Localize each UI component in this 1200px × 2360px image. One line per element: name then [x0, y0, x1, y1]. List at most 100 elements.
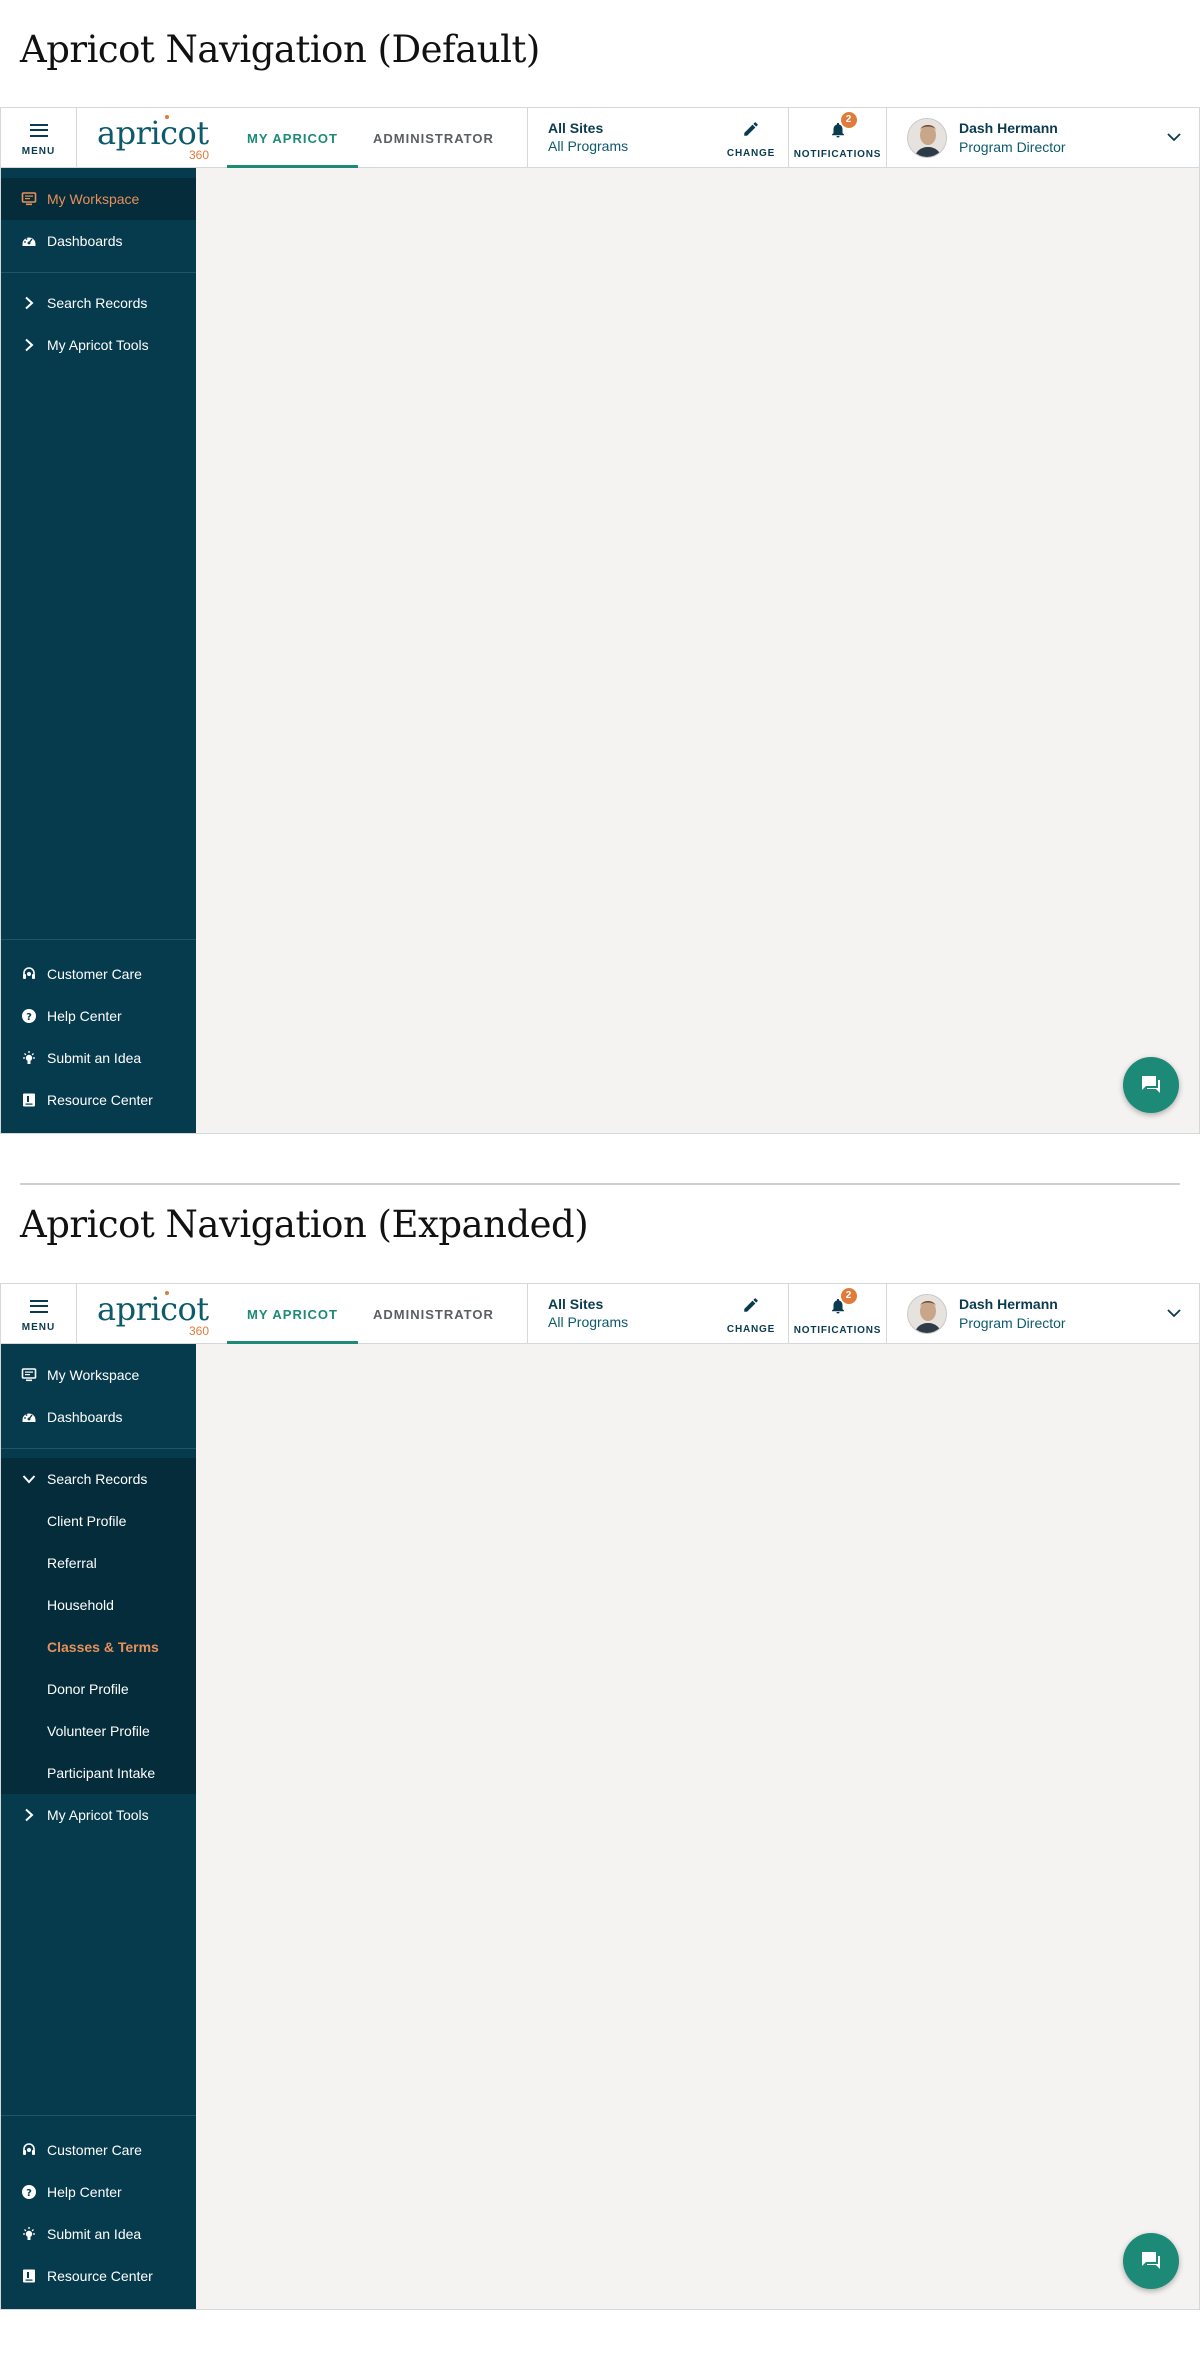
sidebar-item-label: Customer Care — [47, 2142, 142, 2158]
tab-my-apricot[interactable]: MY APRICOT — [227, 108, 358, 168]
notification-badge: 2 — [840, 1288, 857, 1304]
sidebar-item-dashboards[interactable]: Dashboards — [1, 220, 196, 262]
sidebar: My Workspace Dashboards Search Records M… — [1, 168, 196, 1133]
programs-label: All Programs — [548, 1314, 629, 1330]
sidebar-item-label: My Workspace — [47, 1367, 140, 1383]
sidebar-subitem-household[interactable]: Household — [1, 1584, 196, 1626]
sidebar-item-label: My Workspace — [47, 191, 140, 207]
user-menu[interactable]: Dash Hermann Program Director — [887, 108, 1199, 168]
logo-word: apricot — [97, 114, 209, 152]
sidebar-item-submit-idea[interactable]: Submit an Idea — [1, 2213, 196, 2255]
notifications-button[interactable]: 2 NOTIFICATIONS — [789, 1284, 887, 1344]
svg-text:?: ? — [26, 2188, 32, 2199]
sidebar-item-help-center[interactable]: ? Help Center — [1, 2171, 196, 2213]
tab-administrator[interactable]: ADMINISTRATOR — [353, 1284, 514, 1344]
lightbulb-icon — [21, 2226, 37, 2242]
sidebar-item-label: Dashboards — [47, 233, 123, 249]
sidebar-item-my-workspace[interactable]: My Workspace — [1, 178, 196, 220]
sidebar-subitem-donor-profile[interactable]: Donor Profile — [1, 1668, 196, 1710]
sidebar-divider — [1, 2115, 196, 2116]
tab-administrator[interactable]: ADMINISTRATOR — [353, 108, 514, 168]
section-divider — [20, 1183, 1180, 1185]
dashboard-icon — [21, 233, 37, 249]
dashboard-icon — [21, 1409, 37, 1425]
sidebar-subitem-client-profile[interactable]: Client Profile — [1, 1500, 196, 1542]
top-bar: MENU apricot 360 MY APRICOT ADMINISTRATO… — [1, 1284, 1199, 1344]
logo-number: 360 — [188, 1324, 209, 1338]
workspace-icon — [21, 191, 37, 207]
sidebar-item-my-apricot-tools[interactable]: My Apricot Tools — [1, 324, 196, 366]
sidebar-item-label: Resource Center — [47, 2268, 153, 2284]
user-role: Program Director — [959, 1315, 1066, 1331]
sidebar-item-dashboards[interactable]: Dashboards — [1, 1396, 196, 1438]
change-button[interactable]: CHANGE — [726, 1296, 776, 1335]
sites-label: All Sites — [548, 120, 604, 136]
programs-label: All Programs — [548, 138, 629, 154]
sidebar-item-label: Search Records — [47, 295, 148, 311]
sidebar-item-label: Resource Center — [47, 1092, 153, 1108]
app-window-expanded: MENU apricot 360 MY APRICOT ADMINISTRATO… — [0, 1283, 1200, 2310]
sidebar-subitem-classes-terms[interactable]: Classes & Terms — [1, 1626, 196, 1668]
sidebar-item-label: Help Center — [47, 1008, 122, 1024]
apricot-logo[interactable]: apricot 360 — [97, 114, 209, 162]
sidebar-item-my-workspace[interactable]: My Workspace — [1, 1354, 196, 1396]
chevron-right-icon — [21, 337, 37, 353]
avatar — [907, 118, 947, 158]
lightbulb-icon — [21, 1050, 37, 1066]
sidebar-item-help-center[interactable]: ? Help Center — [1, 995, 196, 1037]
notification-badge: 2 — [840, 112, 857, 128]
sites-label: All Sites — [548, 1296, 604, 1312]
workspace-icon — [21, 1367, 37, 1383]
sidebar: My Workspace Dashboards Search Records C… — [1, 1344, 196, 2309]
pencil-icon — [744, 1298, 758, 1312]
menu-button[interactable]: MENU — [1, 108, 77, 168]
chevron-down-icon — [1167, 133, 1181, 142]
help-icon: ? — [21, 2184, 37, 2200]
sidebar-item-resource-center[interactable]: Resource Center — [1, 2255, 196, 2297]
notifications-button[interactable]: 2 NOTIFICATIONS — [789, 108, 887, 168]
change-label: CHANGE — [726, 148, 776, 159]
sidebar-item-resource-center[interactable]: Resource Center — [1, 1079, 196, 1121]
chevron-down-icon — [1167, 1309, 1181, 1318]
sidebar-item-my-apricot-tools[interactable]: My Apricot Tools — [1, 1794, 196, 1836]
user-menu[interactable]: Dash Hermann Program Director — [887, 1284, 1199, 1344]
book-icon — [21, 1092, 37, 1108]
chevron-right-icon — [21, 295, 37, 311]
notifications-label: NOTIFICATIONS — [793, 149, 882, 160]
chat-icon — [1142, 1076, 1160, 1093]
site-program-selector: All Sites All Programs CHANGE — [527, 1284, 789, 1344]
chevron-right-icon — [21, 1807, 37, 1823]
chat-button[interactable] — [1123, 2233, 1179, 2289]
svg-text:?: ? — [26, 1012, 32, 1023]
user-role: Program Director — [959, 139, 1066, 155]
tab-my-apricot[interactable]: MY APRICOT — [227, 1284, 358, 1344]
chevron-down-icon — [21, 1471, 37, 1487]
hamburger-icon — [29, 1299, 48, 1313]
sidebar-item-search-records[interactable]: Search Records — [1, 1458, 196, 1500]
hamburger-icon — [29, 123, 48, 137]
chat-icon — [1142, 2252, 1160, 2269]
apricot-logo[interactable]: apricot 360 — [97, 1291, 209, 1338]
sidebar-divider — [1, 1448, 196, 1449]
menu-button[interactable]: MENU — [1, 1284, 77, 1344]
sidebar-subitem-referral[interactable]: Referral — [1, 1542, 196, 1584]
logo-number: 360 — [188, 148, 209, 162]
sidebar-item-label: Search Records — [47, 1471, 148, 1487]
menu-label: MENU — [21, 1321, 56, 1333]
sidebar-item-search-records[interactable]: Search Records — [1, 282, 196, 324]
sidebar-item-submit-idea[interactable]: Submit an Idea — [1, 1037, 196, 1079]
pencil-icon — [744, 122, 758, 136]
menu-label: MENU — [21, 145, 56, 157]
sidebar-subitem-volunteer-profile[interactable]: Volunteer Profile — [1, 1710, 196, 1752]
sidebar-item-label: Submit an Idea — [47, 2226, 142, 2242]
sidebar-item-customer-care[interactable]: Customer Care — [1, 2129, 196, 2171]
notifications-label: NOTIFICATIONS — [793, 1325, 882, 1336]
sidebar-divider — [1, 272, 196, 273]
chat-button[interactable] — [1123, 1057, 1179, 1113]
sidebar-subitem-participant-intake[interactable]: Participant Intake — [1, 1752, 196, 1794]
sidebar-item-label: Help Center — [47, 2184, 122, 2200]
help-icon: ? — [21, 1008, 37, 1024]
logo-dot-icon — [165, 115, 169, 119]
sidebar-item-customer-care[interactable]: Customer Care — [1, 953, 196, 995]
change-button[interactable]: CHANGE — [726, 120, 776, 159]
